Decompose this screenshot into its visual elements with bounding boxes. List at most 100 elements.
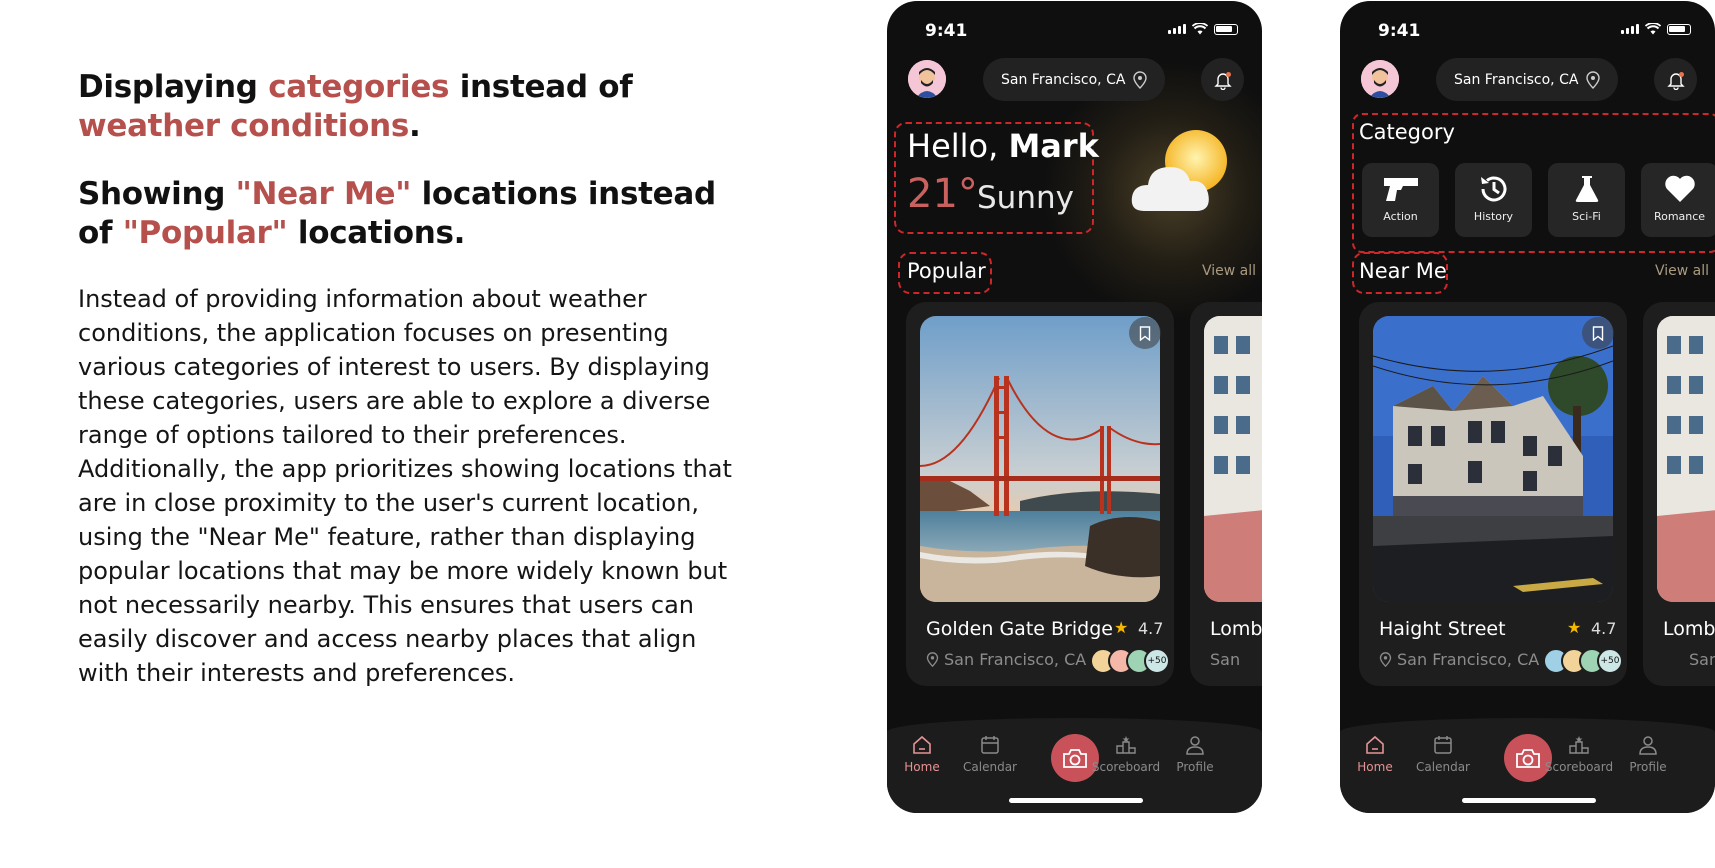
visitor-avatars: +50	[1543, 648, 1623, 674]
scoreboard-icon	[1569, 736, 1589, 754]
history-icon	[1480, 176, 1506, 202]
battery-icon	[1214, 23, 1238, 35]
home-icon	[1366, 735, 1384, 754]
tab-label: Profile	[1629, 760, 1667, 774]
card-location: San Francisco, CA	[1379, 650, 1539, 669]
scoreboard-icon	[1116, 736, 1136, 754]
sun-cloud-icon	[1131, 130, 1227, 211]
headline-text: Displaying	[78, 69, 269, 105]
tab-label: Profile	[1176, 760, 1214, 774]
golden-gate-image	[920, 316, 1160, 602]
location-selector[interactable]: San Francisco, CA	[983, 58, 1165, 101]
location-card[interactable]: Haight Street ★ 4.7 San Francisco, CA +5…	[1359, 302, 1627, 686]
card-title: Golden Gate Bridge	[926, 618, 1113, 640]
map-pin-icon	[1586, 70, 1601, 89]
location-card[interactable]: Golden Gate Bridge ★ 4.7 San Francisco, …	[906, 302, 1174, 686]
card-title: Lomb	[1663, 618, 1715, 640]
calendar-icon	[1434, 736, 1452, 754]
avatar[interactable]	[1361, 60, 1399, 98]
tab-calendar[interactable]: Calendar	[955, 734, 1025, 774]
headline-text: locations.	[287, 215, 466, 251]
headline-near-me: Showing "Near Me" locations instead of "…	[78, 175, 748, 253]
headline-text: .	[409, 108, 421, 144]
tab-label: Scoreboard	[1544, 760, 1614, 774]
tab-label: Calendar	[1416, 760, 1470, 774]
card-location-text: San Francisco, CA	[1397, 650, 1540, 669]
avatar[interactable]	[908, 60, 946, 98]
tab-scoreboard[interactable]: Scoreboard	[1544, 734, 1614, 774]
phone-before: 9:41 San Francisco, CA Hello, Mark 21° S…	[887, 1, 1262, 813]
card-rating: 4.7	[1138, 619, 1164, 638]
bookmark-icon	[1592, 325, 1604, 341]
category-label: History	[1473, 210, 1514, 223]
location-text: San Francisco, CA	[1001, 71, 1126, 88]
tab-home[interactable]: Home	[887, 734, 957, 774]
home-indicator	[1462, 798, 1596, 803]
card-title: Haight Street	[1379, 618, 1506, 640]
profile-icon	[1186, 736, 1204, 755]
headline-highlight: "Popular"	[122, 215, 288, 251]
location-card-next[interactable]: Lomb San	[1643, 302, 1715, 686]
tab-calendar[interactable]: Calendar	[1408, 734, 1478, 774]
headline-text: instead of	[449, 69, 633, 105]
gun-icon	[1383, 178, 1418, 201]
headline-text: Showing	[78, 176, 236, 212]
bell-icon	[1213, 71, 1232, 90]
bell-icon	[1666, 71, 1685, 90]
notifications-button[interactable]	[1654, 58, 1697, 101]
tab-scoreboard[interactable]: Scoreboard	[1091, 734, 1161, 774]
card-title: Lomb	[1210, 618, 1262, 640]
weather-condition: Sunny	[977, 180, 1074, 216]
category-title: Category	[1359, 120, 1455, 144]
visitor-count: +50	[1597, 648, 1623, 674]
lombard-image	[1204, 316, 1262, 602]
bookmark-button[interactable]	[1129, 317, 1161, 349]
category-label: Sci-Fi	[1572, 210, 1601, 223]
headline-highlight: weather conditions	[78, 108, 409, 144]
wifi-icon	[1645, 23, 1661, 35]
bookmark-button[interactable]	[1582, 317, 1614, 349]
battery-icon	[1667, 23, 1691, 35]
location-selector[interactable]: San Francisco, CA	[1436, 58, 1618, 101]
star-icon: ★	[1114, 618, 1129, 637]
user-name: Mark	[1008, 127, 1099, 165]
tab-profile[interactable]: Profile	[1613, 734, 1683, 774]
lombard-image	[1657, 316, 1715, 602]
visitor-avatars: +50	[1090, 648, 1170, 674]
category-label: Action	[1383, 210, 1418, 223]
category-action[interactable]: Action	[1362, 163, 1439, 237]
bookmark-icon	[1139, 325, 1151, 341]
card-location: San Francisco, CA	[926, 650, 1086, 669]
haight-street-image	[1373, 316, 1613, 602]
camera-icon	[1516, 749, 1540, 768]
status-time: 9:41	[1378, 21, 1421, 41]
camera-icon	[1063, 749, 1087, 768]
description-paragraph: Instead of providing information about w…	[78, 285, 732, 687]
home-indicator	[1009, 798, 1143, 803]
flask-icon	[1575, 176, 1598, 202]
profile-icon	[1639, 736, 1657, 755]
view-all-link[interactable]: View all	[1202, 263, 1256, 279]
tab-home[interactable]: Home	[1340, 734, 1410, 774]
card-location: San	[1689, 650, 1715, 669]
temperature: 21°	[907, 171, 978, 217]
location-text: San Francisco, CA	[1454, 71, 1579, 88]
tab-label: Home	[1357, 760, 1393, 774]
headline-highlight: categories	[268, 69, 450, 105]
phone-after: 9:41 San Francisco, CA Category Action H…	[1340, 1, 1715, 813]
tab-bar: Home Calendar Scoreboard Profile	[1340, 718, 1715, 813]
tab-bar: Home Calendar Scoreboard Profile	[887, 718, 1262, 813]
view-all-link[interactable]: View all	[1655, 263, 1709, 279]
category-history[interactable]: History	[1455, 163, 1532, 237]
category-scifi[interactable]: Sci-Fi	[1548, 163, 1625, 237]
tab-label: Calendar	[963, 760, 1017, 774]
card-rating: 4.7	[1591, 619, 1617, 638]
location-card-next[interactable]: Lomb San	[1190, 302, 1262, 686]
category-romance[interactable]: Romance	[1641, 163, 1715, 237]
signal-icon	[1168, 24, 1186, 34]
tab-profile[interactable]: Profile	[1160, 734, 1230, 774]
notifications-button[interactable]	[1201, 58, 1244, 101]
home-icon	[913, 735, 931, 754]
card-location: San	[1210, 650, 1241, 669]
visitor-count: +50	[1144, 648, 1170, 674]
